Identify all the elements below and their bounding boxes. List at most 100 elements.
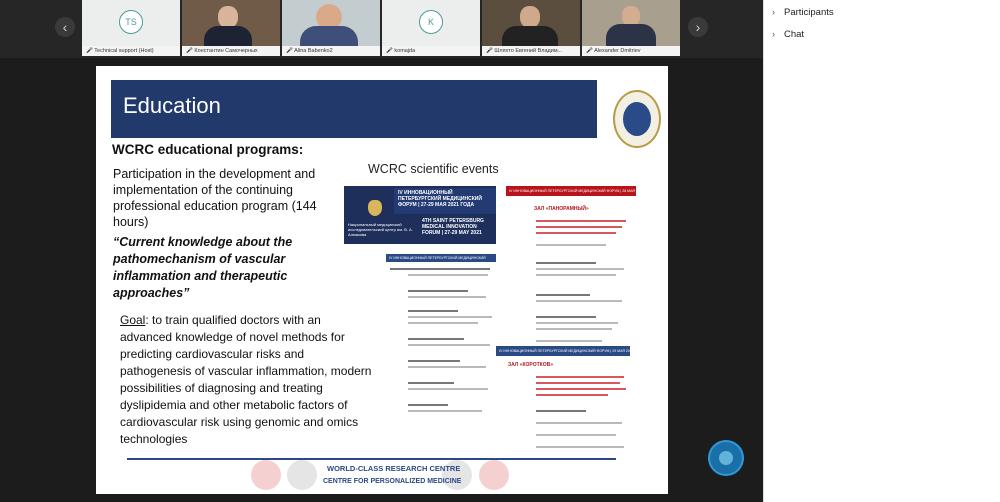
program-line (536, 274, 616, 276)
person-head (520, 6, 540, 28)
program-line (536, 232, 616, 234)
participant-strip: ‹ TS 🎤 Technical support (Host) 🎤 Конста… (0, 0, 763, 58)
hall-title: ЗАЛ «КОРОТКОВ» (508, 362, 553, 368)
goal-text: : to train qualified doctors with an adv… (120, 313, 372, 446)
participant-name: 🎤 Alina Babenko2 (282, 46, 380, 56)
program-line (536, 300, 622, 302)
participant-tile[interactable]: K 🎤 komajda (382, 0, 480, 56)
person-head (218, 6, 238, 28)
program-line (536, 388, 626, 390)
program-line (408, 344, 490, 346)
center-logo-icon (613, 90, 661, 148)
program-line (536, 220, 626, 222)
events-heading: WCRC scientific events (368, 162, 499, 176)
participants-label: Participants (784, 7, 834, 18)
participant-tile[interactable]: 🎤 Шляхто Евгений Владим... (482, 0, 580, 56)
program-line (408, 404, 448, 406)
program-line (408, 410, 482, 412)
program-line (408, 360, 460, 362)
side-panel: › Participants › Chat (763, 0, 1000, 502)
program-line (536, 340, 602, 342)
next-page-button[interactable]: › (688, 17, 708, 37)
program-line (408, 310, 458, 312)
meeting-stage: ‹ TS 🎤 Technical support (Host) 🎤 Конста… (0, 0, 763, 502)
program-day-bar: IV ИННОВАЦИОННЫЙ ПЕТЕРБУРГСКИЙ МЕДИЦИНСК… (386, 254, 496, 268)
program-line (408, 338, 464, 340)
forum-poster: IV ИННОВАЦИОННЫЙ ПЕТЕРБУРГСКИЙ МЕДИЦИНСК… (344, 186, 496, 244)
program-line (536, 268, 624, 270)
program-line (536, 316, 596, 318)
program-line (390, 268, 490, 270)
poster-forum-en: 4TH SAINT PETERSBURG MEDICAL INNOVATION … (422, 218, 484, 236)
mic-icon: 🎤 (586, 48, 593, 54)
participant-name: 🎤 komajda (382, 46, 480, 56)
action-icon (719, 451, 733, 465)
participant-video: K (382, 0, 480, 46)
participant-video (182, 0, 280, 46)
program-line (536, 376, 624, 378)
overlay-control-icon (287, 460, 317, 490)
participants-section-toggle[interactable]: › Participants (772, 3, 834, 21)
program-line (536, 394, 608, 396)
mic-icon: 🎤 (286, 48, 293, 54)
program-line (536, 226, 622, 228)
program-line (536, 382, 620, 384)
slide-title-bar: Education (111, 80, 597, 138)
slide-heading: WCRC educational programs: (112, 142, 304, 157)
crest-icon (368, 200, 382, 216)
participant-tile[interactable]: 🎤 Alexander Dmitriev (582, 0, 680, 56)
participant-tile[interactable]: 🎤 Константин Самочерных (182, 0, 280, 56)
participant-name: 🎤 Шляхто Евгений Владим... (482, 46, 580, 56)
participant-tile[interactable]: TS 🎤 Technical support (Host) (82, 0, 180, 56)
program-line (536, 328, 612, 330)
chevron-right-icon: › (772, 29, 775, 39)
program-day-bar: IV ИННОВАЦИОННЫЙ ПЕТЕРБУРГСКИЙ МЕДИЦИНСК… (496, 346, 630, 356)
participant-video (582, 0, 680, 46)
program-goal: Goal: to train qualified doctors with an… (120, 312, 372, 448)
program-line (536, 244, 606, 246)
program-line (408, 322, 478, 324)
floating-action-button[interactable] (710, 442, 742, 474)
person-head (622, 6, 640, 26)
program-line (536, 434, 616, 436)
program-title: “Current knowledge about the pathomechan… (113, 235, 293, 300)
prev-page-button[interactable]: ‹ (55, 17, 75, 37)
participant-name: 🎤 Technical support (Host) (82, 46, 180, 56)
program-line (536, 322, 618, 324)
program-line (536, 262, 596, 264)
program-line (536, 410, 586, 412)
mic-icon: 🎤 (186, 48, 193, 54)
program-line (536, 294, 590, 296)
program-description: Participation in the development and imp… (113, 167, 317, 229)
program-line (536, 422, 622, 424)
poster-org: Национальный медицинский исследовательск… (348, 222, 413, 237)
mic-icon: 🎤 (86, 48, 93, 54)
overlay-reaction-icon (251, 460, 281, 490)
poster-forum-ru: IV ИННОВАЦИОННЫЙ ПЕТЕРБУРГСКИЙ МЕДИЦИНСК… (398, 190, 482, 208)
avatar: K (419, 10, 443, 34)
footer-subtitle: CENTRE FOR PERSONALIZED MEDICINE (323, 478, 462, 485)
participant-video (282, 0, 380, 46)
program-line (408, 366, 486, 368)
program-line (408, 382, 454, 384)
meeting-window: ‹ TS 🎤 Technical support (Host) 🎤 Конста… (0, 0, 1000, 502)
chevron-right-icon: › (772, 7, 775, 17)
program-line (408, 296, 486, 298)
program-line (408, 290, 468, 292)
chat-section-toggle[interactable]: › Chat (772, 25, 804, 43)
program-line (408, 316, 492, 318)
mic-icon: 🎤 (386, 48, 393, 54)
participant-video (482, 0, 580, 46)
program-page-left: IV ИННОВАЦИОННЫЙ ПЕТЕРБУРГСКИЙ МЕДИЦИНСК… (386, 254, 496, 422)
participant-video: TS (82, 0, 180, 46)
program-page-right: IV ИННОВАЦИОННЫЙ ПЕТЕРБУРГСКИЙ МЕДИЦИНСК… (496, 186, 636, 476)
slide-footer: WORLD-CLASS RESEARCH CENTRE CENTRE FOR P… (127, 458, 616, 490)
overlay-reaction-icon (479, 460, 509, 490)
participant-tile[interactable]: 🎤 Alina Babenko2 (282, 0, 380, 56)
slide-title: Education (123, 93, 221, 118)
participant-name: 🎤 Константин Самочерных (182, 46, 280, 56)
person-body (502, 26, 558, 46)
footer-title: WORLD-CLASS RESEARCH CENTRE (327, 464, 461, 473)
mic-icon: 🎤 (486, 48, 493, 54)
goal-label: Goal (120, 313, 146, 327)
